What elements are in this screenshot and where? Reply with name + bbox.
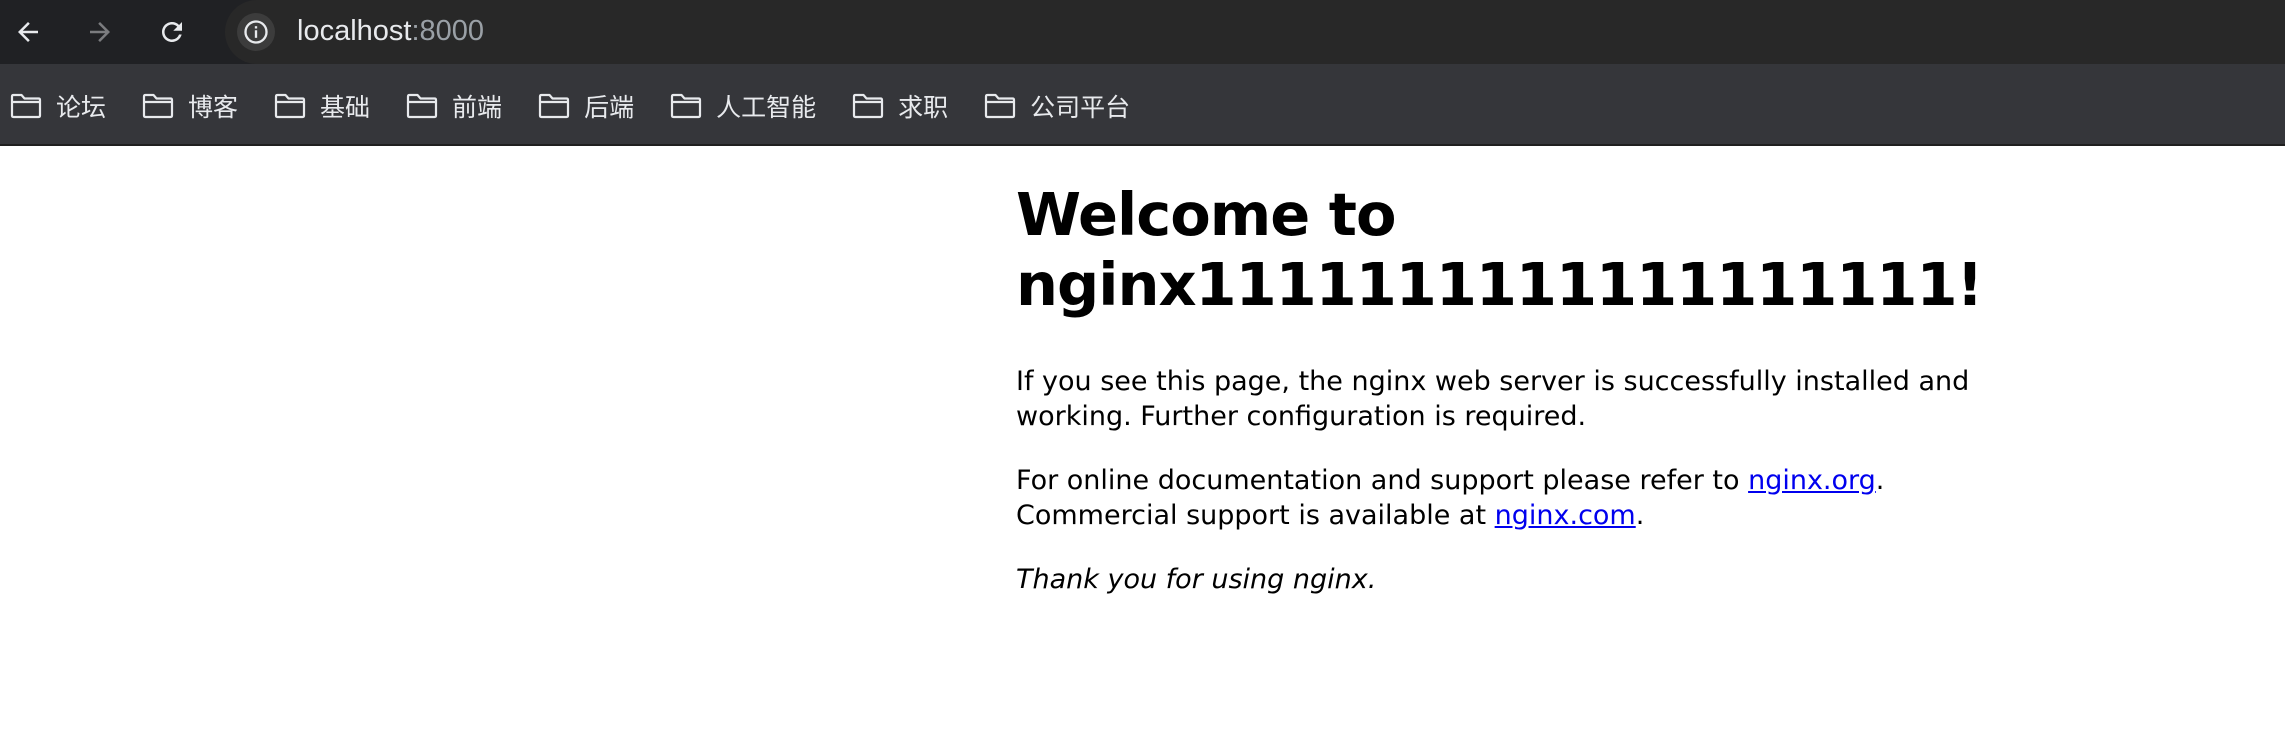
install-message: If you see this page, the nginx web serv… <box>1016 366 1970 432</box>
nginx-org-link[interactable]: nginx.org <box>1748 465 1876 496</box>
folder-icon <box>142 93 174 119</box>
bookmarks-bar: 论坛 博客 基础 前端 后端 人工智能 求职 公司平台 <box>0 64 2285 146</box>
reload-icon <box>162 22 182 42</box>
support-period: . <box>1875 465 1885 496</box>
address-bar[interactable]: localhost:8000 <box>225 0 2285 64</box>
back-button[interactable] <box>6 10 50 54</box>
folder-icon <box>10 93 42 119</box>
folder-icon <box>852 93 884 119</box>
commercial-text: Commercial support is available at <box>1016 500 1495 531</box>
bookmark-folder[interactable]: 基础 <box>274 88 370 124</box>
page-title-line2: nginx1111111111111111111! <box>1016 250 1983 319</box>
commercial-period: . <box>1635 500 1645 531</box>
folder-icon <box>985 93 1016 119</box>
bookmark-label: 人工智能 <box>716 93 817 122</box>
folder-icon <box>406 93 438 119</box>
url-text[interactable]: localhost:8000 <box>297 15 484 48</box>
folder-icon <box>670 93 702 119</box>
site-info-button[interactable] <box>237 13 275 51</box>
page-title: Welcome to nginx1111111111111111111! <box>1016 180 1983 320</box>
forward-button[interactable] <box>78 10 122 54</box>
url-host: localhost <box>297 15 412 47</box>
info-icon <box>244 20 268 44</box>
thanks-text: Thank you for using nginx. <box>1016 564 1377 595</box>
support-paragraph: For online documentation and support ple… <box>1016 463 1976 533</box>
thanks-paragraph: Thank you for using nginx. <box>1016 562 1976 597</box>
url-port: :8000 <box>411 15 485 47</box>
folder-icon <box>274 93 306 119</box>
bookmark-folder[interactable]: 求职 <box>852 88 948 124</box>
bookmark-label: 前端 <box>452 93 503 122</box>
folder-icon <box>538 93 570 119</box>
browser-toolbar: localhost:8000 <box>0 0 2285 64</box>
bookmark-label: 论坛 <box>56 93 107 122</box>
bookmark-folder[interactable]: 后端 <box>538 88 634 124</box>
bookmark-label: 公司平台 <box>1030 93 1131 122</box>
reload-button[interactable] <box>150 10 194 54</box>
bookmark-folder[interactable]: 前端 <box>406 88 502 124</box>
nginx-com-link[interactable]: nginx.com <box>1495 500 1636 531</box>
bookmark-label: 博客 <box>188 93 239 122</box>
bookmark-folder[interactable]: 博客 <box>142 88 238 124</box>
arrow-right-icon <box>90 22 110 42</box>
arrow-left-icon <box>18 22 38 42</box>
bookmark-folder[interactable]: 人工智能 <box>670 88 816 124</box>
page-content: Welcome to nginx1111111111111111111! If … <box>1016 180 1983 626</box>
bookmark-label: 求职 <box>898 93 949 122</box>
bookmark-label: 后端 <box>584 93 635 122</box>
page-title-line1: Welcome to <box>1016 180 1396 249</box>
bookmark-folder[interactable]: 论坛 <box>10 88 106 124</box>
bookmark-label: 基础 <box>320 93 371 122</box>
support-text: For online documentation and support ple… <box>1016 465 1749 496</box>
bookmark-folder[interactable]: 公司平台 <box>984 88 1130 124</box>
